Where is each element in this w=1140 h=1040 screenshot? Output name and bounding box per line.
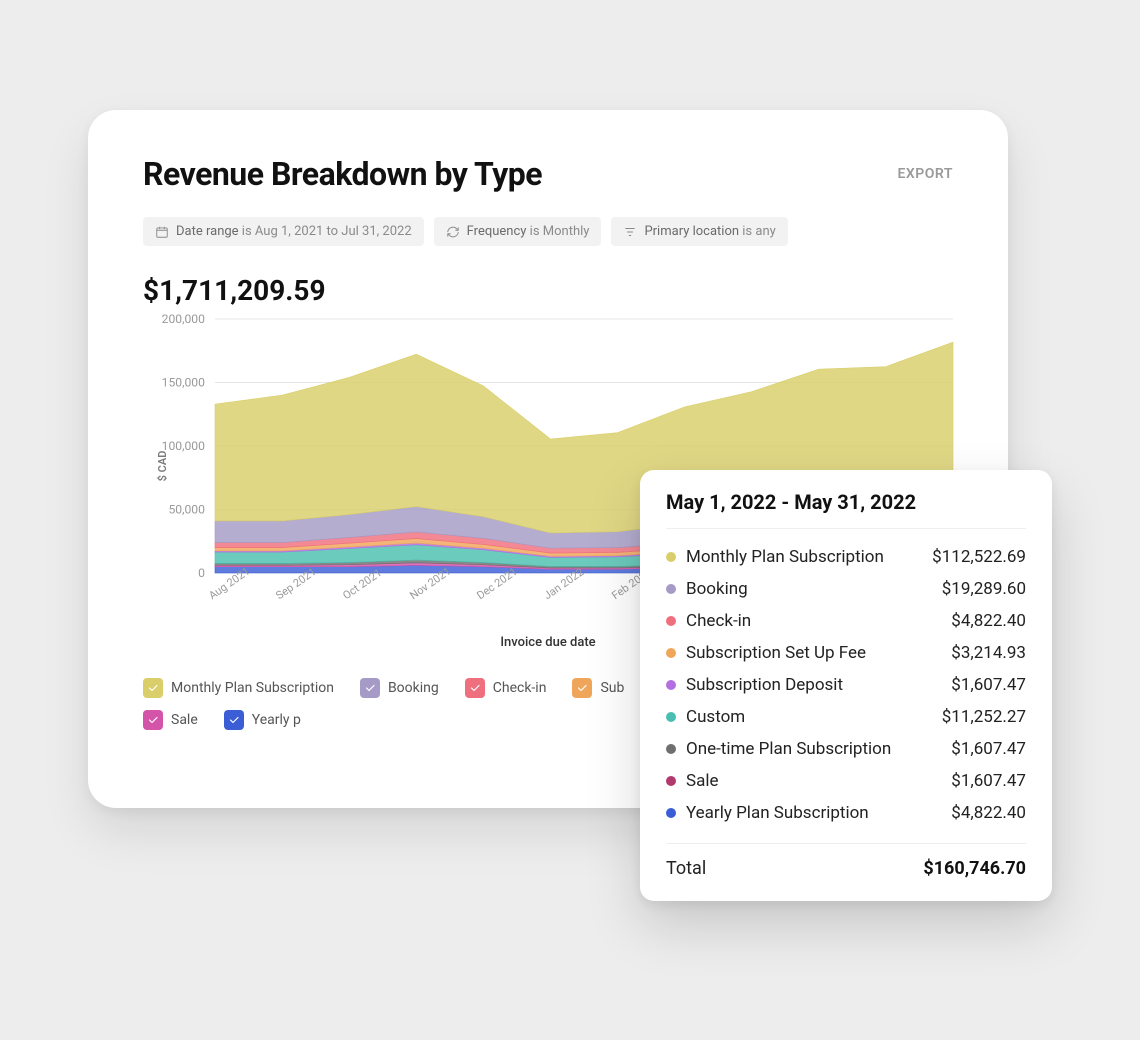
- svg-text:50,000: 50,000: [168, 503, 205, 517]
- tooltip-card: May 1, 2022 - May 31, 2022 Monthly Plan …: [640, 470, 1052, 901]
- svg-text:200,000: 200,000: [162, 312, 205, 326]
- tooltip-row-value: $1,607.47: [951, 771, 1026, 791]
- legend-swatch: [465, 678, 485, 698]
- series-dot: [666, 776, 676, 786]
- legend-swatch: [360, 678, 380, 698]
- calendar-icon: [155, 225, 169, 239]
- tooltip-row-value: $19,289.60: [942, 579, 1026, 599]
- tooltip-row: Check-in $4,822.40: [666, 605, 1026, 637]
- legend-item[interactable]: Sale: [143, 710, 198, 730]
- series-dot: [666, 584, 676, 594]
- tooltip-row-label: Subscription Set Up Fee: [686, 643, 866, 663]
- series-dot: [666, 680, 676, 690]
- legend-item[interactable]: Sub: [572, 678, 624, 698]
- tooltip-row-label: Check-in: [686, 611, 751, 631]
- tooltip-row: Custom $11,252.27: [666, 701, 1026, 733]
- svg-text:150,000: 150,000: [162, 376, 205, 390]
- legend-label: Monthly Plan Subscription: [171, 680, 334, 696]
- tooltip-row: One-time Plan Subscription $1,607.47: [666, 733, 1026, 765]
- tooltip-row-value: $3,214.93: [951, 643, 1026, 663]
- tooltip-row-value: $4,822.40: [951, 803, 1026, 823]
- y-axis-label: $ CAD: [156, 451, 169, 482]
- filter-date-range[interactable]: Date range is Aug 1, 2021 to Jul 31, 202…: [143, 217, 424, 246]
- tooltip-row-value: $1,607.47: [951, 675, 1026, 695]
- series-dot: [666, 648, 676, 658]
- legend-label: Yearly p: [252, 712, 301, 728]
- svg-text:0: 0: [198, 566, 205, 580]
- series-dot: [666, 744, 676, 754]
- series-dot: [666, 808, 676, 818]
- tooltip-row-label: Sale: [686, 771, 719, 791]
- tooltip-row: Subscription Set Up Fee $3,214.93: [666, 637, 1026, 669]
- series-dot: [666, 552, 676, 562]
- tooltip-row-label: Monthly Plan Subscription: [686, 547, 884, 567]
- tooltip-row: Yearly Plan Subscription $4,822.40: [666, 797, 1026, 829]
- filter-bar: Date range is Aug 1, 2021 to Jul 31, 202…: [143, 217, 953, 246]
- tooltip-row-value: $4,822.40: [951, 611, 1026, 631]
- series-dot: [666, 712, 676, 722]
- legend-swatch: [572, 678, 592, 698]
- legend-label: Sub: [600, 680, 624, 696]
- tooltip-row-label: Subscription Deposit: [686, 675, 843, 695]
- filter-frequency[interactable]: Frequency is Monthly: [434, 217, 602, 246]
- tooltip-row-label: Booking: [686, 579, 748, 599]
- tooltip-rows: Monthly Plan Subscription $112,522.69 Bo…: [666, 529, 1026, 844]
- tooltip-row-value: $1,607.47: [951, 739, 1026, 759]
- tooltip-row-value: $11,252.27: [942, 707, 1026, 727]
- legend-swatch: [224, 710, 244, 730]
- tooltip-total-value: $160,746.70: [923, 858, 1026, 879]
- legend-swatch: [143, 678, 163, 698]
- tooltip-row: Sale $1,607.47: [666, 765, 1026, 797]
- legend-item[interactable]: Monthly Plan Subscription: [143, 678, 334, 698]
- svg-text:100,000: 100,000: [162, 439, 205, 453]
- tooltip-row-value: $112,522.69: [932, 547, 1026, 567]
- legend-item[interactable]: Check-in: [465, 678, 547, 698]
- refresh-icon: [446, 225, 460, 239]
- tooltip-row-label: Yearly Plan Subscription: [686, 803, 869, 823]
- legend-label: Booking: [388, 680, 439, 696]
- tooltip-row-label: One-time Plan Subscription: [686, 739, 891, 759]
- export-button[interactable]: EXPORT: [898, 166, 953, 182]
- card-header: Revenue Breakdown by Type EXPORT: [143, 155, 953, 193]
- legend-label: Check-in: [493, 680, 547, 696]
- filter-icon: [623, 225, 637, 239]
- tooltip-row: Booking $19,289.60: [666, 573, 1026, 605]
- tooltip-row: Subscription Deposit $1,607.47: [666, 669, 1026, 701]
- tooltip-title: May 1, 2022 - May 31, 2022: [666, 490, 1026, 529]
- filter-primary-location[interactable]: Primary location is any: [611, 217, 787, 246]
- tooltip-row: Monthly Plan Subscription $112,522.69: [666, 541, 1026, 573]
- tooltip-row-label: Custom: [686, 707, 745, 727]
- legend-label: Sale: [171, 712, 198, 728]
- tooltip-total: Total $160,746.70: [666, 844, 1026, 879]
- tooltip-total-label: Total: [666, 858, 706, 879]
- legend-item[interactable]: Yearly p: [224, 710, 301, 730]
- legend-item[interactable]: Booking: [360, 678, 439, 698]
- legend-swatch: [143, 710, 163, 730]
- total-amount: $1,711,209.59: [143, 274, 953, 307]
- page-title: Revenue Breakdown by Type: [143, 155, 542, 193]
- series-dot: [666, 616, 676, 626]
